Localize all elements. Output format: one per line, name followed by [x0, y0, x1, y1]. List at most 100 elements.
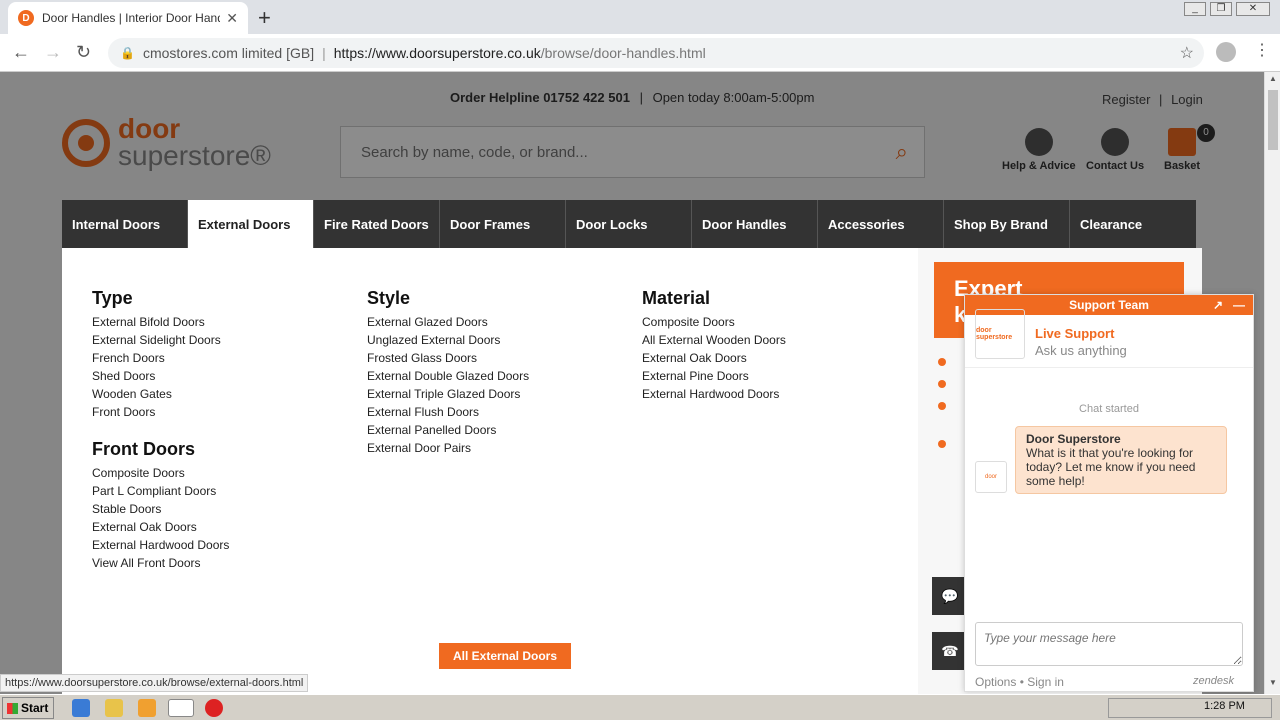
menu-link[interactable]: External Glazed Doors: [367, 313, 529, 331]
folder-icon[interactable]: [105, 699, 123, 717]
menu-link[interactable]: External Pine Doors: [642, 367, 786, 385]
nav-door-locks[interactable]: Door Locks: [566, 200, 692, 248]
menu-link[interactable]: Composite Doors: [642, 313, 786, 331]
chat-header-title: Support Team: [1069, 298, 1149, 312]
start-button[interactable]: Start: [2, 697, 54, 719]
menu-link[interactable]: External Bifold Doors: [92, 313, 229, 331]
nav-fire-rated-doors[interactable]: Fire Rated Doors: [314, 200, 440, 248]
certificate-owner: cmostores.com limited [GB]: [142, 45, 315, 61]
windows-taskbar: Start 1:28 PM: [0, 694, 1280, 720]
nav-door-handles[interactable]: Door Handles: [692, 200, 818, 248]
scroll-up-icon[interactable]: ▲: [1269, 74, 1277, 83]
agent-avatar: door superstore: [975, 309, 1025, 359]
close-window-icon[interactable]: ✕: [1236, 2, 1270, 16]
zendesk-brand[interactable]: zendesk: [1193, 675, 1234, 687]
phone-icon[interactable]: ☎: [932, 632, 968, 670]
nav-internal-doors[interactable]: Internal Doors: [62, 200, 188, 248]
status-bar-url: https://www.doorsuperstore.co.uk/browse/…: [0, 674, 309, 692]
menu-link[interactable]: Wooden Gates: [92, 385, 229, 403]
chat-options-link[interactable]: Options • Sign in: [975, 675, 1064, 689]
menu-link[interactable]: External Oak Doors: [642, 349, 786, 367]
chat-divider: [965, 367, 1253, 368]
nav-door-frames[interactable]: Door Frames: [440, 200, 566, 248]
message-sender: Door Superstore: [1026, 432, 1121, 446]
page-scrollbar[interactable]: ▲ ▼: [1264, 72, 1280, 694]
menu-link[interactable]: Unglazed External Doors: [367, 331, 529, 349]
chat-bubble-icon[interactable]: 💬: [932, 577, 968, 615]
clock: 1:28 PM: [1204, 700, 1245, 712]
chrome-icon[interactable]: [168, 699, 194, 717]
bullet-icon: [938, 440, 946, 448]
menu-link[interactable]: Composite Doors: [92, 464, 229, 482]
tab-close-icon[interactable]: ✕: [226, 10, 238, 27]
style-column: Style External Glazed Doors Unglazed Ext…: [367, 288, 529, 457]
browser-tab[interactable]: D Door Handles | Interior Door Handle ✕: [8, 2, 248, 34]
nav-clearance[interactable]: Clearance: [1070, 200, 1196, 248]
minimize-chat-icon[interactable]: —: [1233, 295, 1245, 315]
reload-icon[interactable]: ↻: [76, 42, 91, 63]
all-external-doors-button[interactable]: All External Doors: [439, 643, 571, 669]
browser-menu-icon[interactable]: ⋮: [1254, 40, 1270, 60]
opera-icon[interactable]: [205, 699, 223, 717]
type-column: Type External Bifold Doors External Side…: [92, 288, 229, 572]
menu-link[interactable]: External Door Pairs: [367, 439, 529, 457]
material-column: Material Composite Doors All External Wo…: [642, 288, 786, 403]
site-favicon-icon: D: [18, 10, 34, 26]
url-separator: |: [322, 45, 326, 61]
menu-link[interactable]: Shed Doors: [92, 367, 229, 385]
front-doors-heading: Front Doors: [92, 439, 195, 459]
menu-link[interactable]: Frosted Glass Doors: [367, 349, 529, 367]
material-heading: Material: [642, 288, 711, 308]
message-text: What is it that you're looking for today…: [1026, 446, 1196, 488]
bullet-icon: [938, 380, 946, 388]
menu-link[interactable]: External Hardwood Doors: [92, 536, 229, 554]
style-heading: Style: [367, 288, 411, 308]
browser-toolbar: ← → ↻ 🔒 cmostores.com limited [GB] | htt…: [0, 34, 1280, 72]
new-tab-icon[interactable]: +: [258, 5, 271, 31]
url-path: /browse/door-handles.html: [540, 45, 706, 61]
menu-link[interactable]: View All Front Doors: [92, 554, 229, 572]
ie-icon[interactable]: [72, 699, 90, 717]
menu-link[interactable]: External Double Glazed Doors: [367, 367, 529, 385]
chat-started-label: Chat started: [1079, 403, 1139, 415]
chat-message-bubble: Door Superstore What is it that you're l…: [1015, 426, 1227, 494]
menu-link[interactable]: External Hardwood Doors: [642, 385, 786, 403]
bullet-icon: [938, 402, 946, 410]
menu-link[interactable]: External Oak Doors: [92, 518, 229, 536]
nav-accessories[interactable]: Accessories: [818, 200, 944, 248]
profile-avatar-icon[interactable]: [1216, 42, 1236, 62]
bullet-icon: [938, 358, 946, 366]
menu-link[interactable]: French Doors: [92, 349, 229, 367]
menu-link[interactable]: External Panelled Doors: [367, 421, 529, 439]
address-bar[interactable]: 🔒 cmostores.com limited [GB] | https://w…: [108, 38, 1204, 68]
lock-icon: 🔒: [120, 46, 135, 60]
nav-shop-by-brand[interactable]: Shop By Brand: [944, 200, 1070, 248]
menu-link[interactable]: Front Doors: [92, 403, 229, 421]
agent-subtitle: Ask us anything: [1035, 343, 1127, 358]
menu-link[interactable]: External Flush Doors: [367, 403, 529, 421]
chat-widget: Support Team ↗ — door superstore Live Su…: [964, 294, 1254, 692]
minimize-window-icon[interactable]: _: [1184, 2, 1206, 16]
back-icon[interactable]: ←: [12, 42, 30, 63]
media-player-icon[interactable]: [138, 699, 156, 717]
menu-link[interactable]: External Triple Glazed Doors: [367, 385, 529, 403]
scrollbar-thumb[interactable]: [1268, 90, 1278, 150]
main-navigation: Internal Doors External Doors Fire Rated…: [62, 200, 1196, 248]
url-host: https://www.doorsuperstore.co.uk: [333, 45, 541, 61]
browser-tabbar: D Door Handles | Interior Door Handle ✕ …: [0, 0, 1280, 34]
bookmark-star-icon[interactable]: ☆: [1180, 43, 1194, 63]
menu-link[interactable]: Stable Doors: [92, 500, 229, 518]
agent-name: Live Support: [1035, 326, 1115, 341]
nav-external-doors[interactable]: External Doors: [188, 200, 314, 248]
chat-message-input[interactable]: [975, 622, 1243, 666]
restore-window-icon[interactable]: ❐: [1210, 2, 1232, 16]
menu-link[interactable]: Part L Compliant Doors: [92, 482, 229, 500]
system-tray: [1108, 698, 1272, 718]
scroll-down-icon[interactable]: ▼: [1269, 678, 1277, 687]
menu-link[interactable]: All External Wooden Doors: [642, 331, 786, 349]
type-heading: Type: [92, 288, 133, 308]
forward-icon[interactable]: →: [44, 42, 62, 63]
popout-icon[interactable]: ↗: [1213, 295, 1223, 315]
message-avatar: door: [975, 461, 1007, 493]
menu-link[interactable]: External Sidelight Doors: [92, 331, 229, 349]
